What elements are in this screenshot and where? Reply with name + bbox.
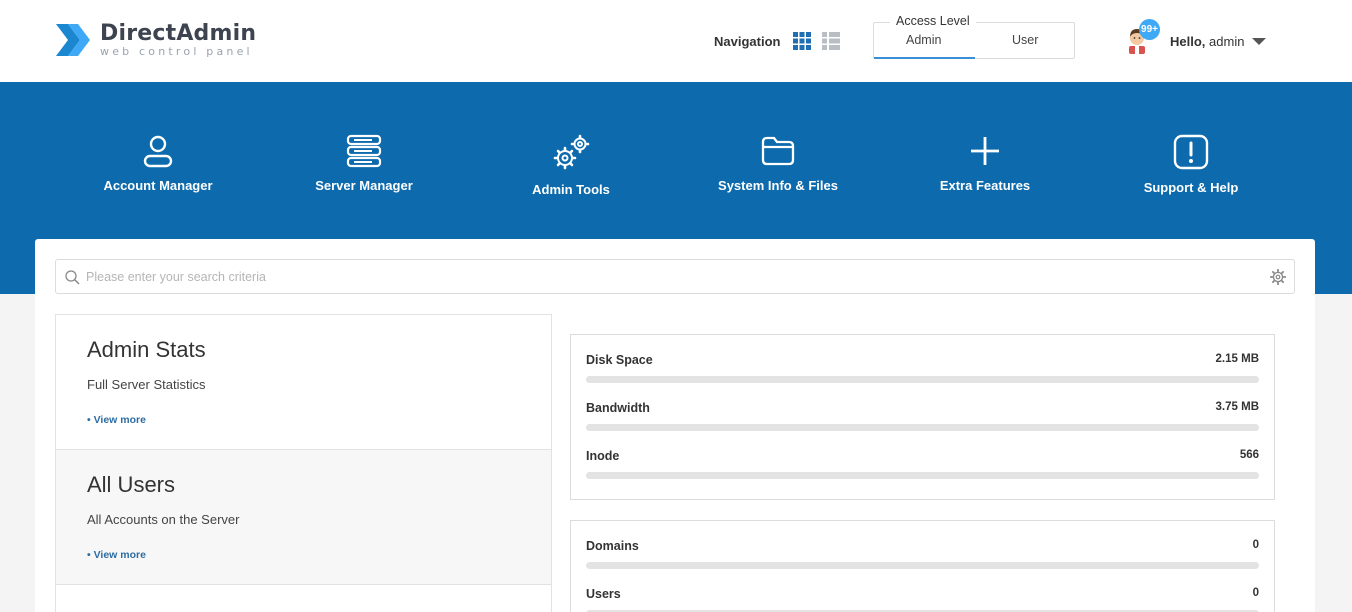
logo[interactable]: DirectAdmin web control panel: [54, 18, 256, 62]
category-label: Extra Features: [939, 178, 1031, 193]
search-icon: [65, 270, 80, 285]
server-icon: [346, 134, 382, 168]
user-menu-caret-icon[interactable]: [1252, 38, 1266, 45]
metric-value: 0: [1252, 587, 1259, 599]
metric-value: 3.75 MB: [1215, 401, 1259, 413]
access-level-admin[interactable]: Admin: [906, 33, 941, 47]
metric-name: Domains: [586, 539, 639, 553]
metric-name: Disk Space: [586, 353, 653, 367]
progress-bar: [586, 562, 1259, 569]
metric-value: 0: [1252, 539, 1259, 551]
view-more-link[interactable]: • View more: [87, 549, 146, 561]
panel-description: Full Server Statistics: [87, 377, 206, 392]
category-label: System Info & Files: [718, 178, 838, 193]
access-level-legend: Access Level: [890, 14, 976, 28]
gears-icon: [553, 134, 590, 170]
metric-value: 566: [1239, 449, 1259, 461]
metric-disk-space: Disk Space 2.15 MB: [586, 335, 1259, 383]
category-admin-tools[interactable]: Admin Tools: [471, 134, 671, 197]
access-level-switch: Access Level Admin User: [873, 14, 1075, 59]
dashboard-card: Admin Stats Full Server Statistics • Vie…: [35, 239, 1315, 612]
search-bar: [55, 259, 1295, 294]
plus-icon: [971, 137, 999, 165]
navigation-label: Navigation: [714, 34, 781, 49]
username: admin: [1209, 34, 1245, 49]
user-icon: [143, 135, 173, 168]
category-label: Support & Help: [1143, 180, 1239, 195]
category-label: Account Manager: [103, 178, 213, 193]
progress-bar: [586, 472, 1259, 479]
panel-title: Admin Stats: [87, 337, 206, 362]
category-label: Server Manager: [315, 178, 413, 193]
exclamation-icon: [1173, 134, 1209, 170]
progress-bar: [586, 424, 1259, 431]
next-panel: [55, 584, 552, 612]
metric-bandwidth: Bandwidth 3.75 MB: [586, 383, 1259, 431]
account-counts-panel: Domains 0 Users 0: [570, 520, 1275, 612]
metric-name: Bandwidth: [586, 401, 650, 415]
resource-usage-panel: Disk Space 2.15 MB Bandwidth 3.75 MB Ino…: [570, 334, 1275, 500]
metric-inode: Inode 566: [586, 431, 1259, 479]
category-label: Admin Tools: [532, 182, 610, 197]
top-header: DirectAdmin web control panel Navigation…: [0, 0, 1352, 82]
gear-icon[interactable]: [1270, 269, 1286, 285]
category-support-help[interactable]: Support & Help: [1091, 134, 1291, 195]
category-server-manager[interactable]: Server Manager: [264, 134, 464, 193]
list-view-icon[interactable]: [822, 32, 840, 50]
grid-view-icon[interactable]: [793, 32, 811, 50]
user-greeting[interactable]: Hello, admin: [1170, 34, 1244, 49]
panel-description: All Accounts on the Server: [87, 512, 240, 527]
progress-bar: [586, 376, 1259, 383]
logo-title: DirectAdmin: [100, 21, 257, 46]
greeting-label: Hello,: [1170, 34, 1206, 49]
search-input[interactable]: [86, 260, 1256, 293]
panel-title: All Users: [87, 472, 176, 497]
all-users-panel: All Users All Accounts on the Server • V…: [55, 449, 552, 584]
category-system-info-files[interactable]: System Info & Files: [678, 134, 878, 193]
view-more-link[interactable]: • View more: [87, 414, 146, 426]
logo-icon: [56, 24, 90, 56]
folder-icon: [761, 136, 795, 166]
stats-column: Admin Stats Full Server Statistics • Vie…: [55, 314, 552, 612]
metric-name: Users: [586, 587, 621, 601]
category-extra-features[interactable]: Extra Features: [885, 134, 1085, 193]
access-level-user[interactable]: User: [1012, 33, 1038, 47]
metric-value: 2.15 MB: [1215, 353, 1259, 365]
metric-domains: Domains 0: [586, 521, 1259, 569]
metric-users: Users 0: [586, 569, 1259, 612]
logo-subtitle: web control panel: [100, 45, 253, 58]
category-account-manager[interactable]: Account Manager: [58, 134, 258, 193]
admin-stats-panel: Admin Stats Full Server Statistics • Vie…: [55, 314, 552, 449]
access-level-active-indicator: [874, 57, 975, 59]
metric-name: Inode: [586, 449, 620, 463]
notification-badge[interactable]: 99+: [1139, 19, 1160, 40]
